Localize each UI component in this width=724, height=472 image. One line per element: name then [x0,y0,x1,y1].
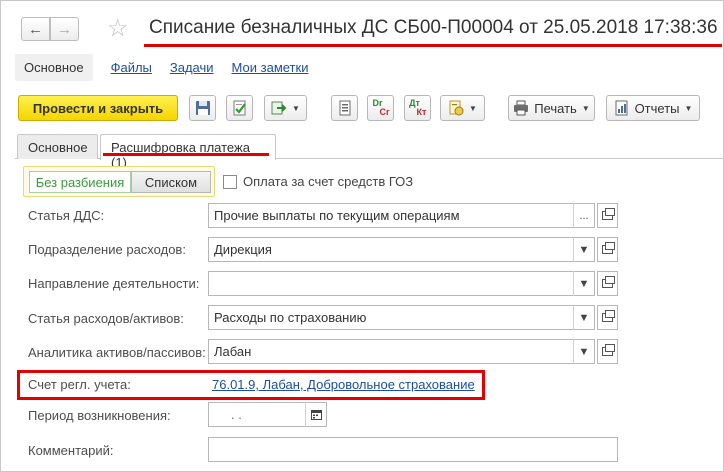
expense-item-value: Расходы по страхованию [214,310,367,325]
asset-analytics-field[interactable]: Лабан ▼ [208,339,595,364]
activity-direction-label: Направление деятельности: [28,276,200,291]
post-button[interactable] [226,95,253,121]
chevron-down-icon[interactable]: ▼ [573,339,594,364]
chevron-down-icon: ▼ [581,103,590,113]
comment-label: Комментарий: [28,443,114,458]
select-ellipsis-button[interactable]: ... [573,203,594,228]
section-main[interactable]: Основное [15,53,93,81]
section-files[interactable]: Файлы [111,60,152,75]
floppy-disk-icon [195,100,211,116]
post-document-icon [232,100,248,116]
section-my-notes[interactable]: Мои заметки [232,60,309,75]
open-form-icon [602,344,615,356]
open-cash-flow-item-button[interactable] [597,203,618,228]
kt-label: Кт [416,107,427,117]
section-tasks[interactable]: Задачи [170,60,214,75]
save-button[interactable] [189,95,216,121]
gl-account-link[interactable]: 76.01.9, Лабан, Добровольное страхование [212,377,475,392]
open-expense-item-button[interactable] [597,305,618,330]
activity-direction-field[interactable]: ▼ [208,271,595,296]
cash-flow-item-value: Прочие выплаты по текущим операциям [214,208,460,223]
goz-checkbox[interactable] [223,175,237,189]
comment-field[interactable] [208,437,618,462]
create-based-on-button[interactable]: ▼ [264,95,307,121]
chevron-down-icon[interactable]: ▼ [573,271,594,296]
cash-flow-item-label: Статья ДДС: [28,208,105,223]
calendar-icon[interactable] [305,402,326,427]
expense-item-field[interactable]: Расходы по страхованию ▼ [208,305,595,330]
create-based-on-icon [271,100,287,116]
chevron-down-icon[interactable]: ▼ [573,237,594,262]
arrow-left-icon: ← [28,20,43,38]
asset-analytics-value: Лабан [214,344,252,359]
document-list-icon [337,100,353,116]
journal-dt-kt-button[interactable]: Дт Кт [404,95,431,121]
cash-flow-item-field[interactable]: Прочие выплаты по текущим операциям ... [208,203,595,228]
chevron-down-icon: ▼ [684,103,693,113]
toggle-as-list[interactable]: Списком [131,171,211,193]
reports-label: Отчеты [634,100,680,116]
report-structure-button[interactable]: ▼ [440,95,485,121]
print-button[interactable]: Печать ▼ [508,95,595,121]
forward-button[interactable]: → [50,17,79,41]
printer-icon [513,100,529,116]
report-structure-icon [448,100,464,116]
open-expense-department-button[interactable] [597,237,618,262]
star-icon[interactable]: ☆ [107,14,129,43]
expense-department-value: Дирекция [214,242,272,257]
journal-dr-cr-button[interactable]: Dr Cr [367,95,394,121]
open-form-icon [602,276,615,288]
document-list-button[interactable] [331,95,358,121]
goz-checkbox-label: Оплата за счет средств ГОЗ [243,174,414,189]
title-highlight-underline [144,44,722,47]
chevron-down-icon[interactable]: ▼ [573,305,594,330]
split-mode-toggle: Без разбиения Списком [23,166,215,197]
toggle-no-split[interactable]: Без разбиения [29,171,131,193]
reports-icon [614,100,630,116]
cr-label: Cr [379,107,390,117]
arrow-right-icon: → [57,20,72,38]
origin-period-label: Период возникновения: [28,408,171,423]
post-and-close-button[interactable]: Провести и закрыть [18,95,178,121]
tab-highlight-underline [103,153,269,156]
expense-department-label: Подразделение расходов: [28,242,186,257]
tab-payment-breakdown[interactable]: Расшифровка платежа (1) [100,134,276,170]
open-form-icon [602,242,615,254]
print-label: Печать [534,100,577,116]
expense-item-label: Статья расходов/активов: [28,311,184,326]
open-form-icon [602,208,615,220]
asset-analytics-label: Аналитика активов/пассивов: [28,345,206,360]
section-nav: Основное Файлы Задачи Мои заметки [15,52,326,82]
origin-period-value: . . [231,407,242,422]
gl-account-label: Счет регл. учета: [28,377,131,392]
tab-main[interactable]: Основное [17,134,98,159]
open-activity-direction-button[interactable] [597,271,618,296]
back-button[interactable]: ← [21,17,50,41]
reports-button[interactable]: Отчеты ▼ [606,95,700,121]
chevron-down-icon: ▼ [469,103,477,113]
expense-department-field[interactable]: Дирекция ▼ [208,237,595,262]
origin-period-field[interactable]: . . [208,402,327,427]
chevron-down-icon: ▼ [292,103,300,113]
open-form-icon [602,310,615,322]
page-title: Списание безналичных ДС СБ00-П00004 от 2… [149,17,718,38]
open-asset-analytics-button[interactable] [597,339,618,364]
